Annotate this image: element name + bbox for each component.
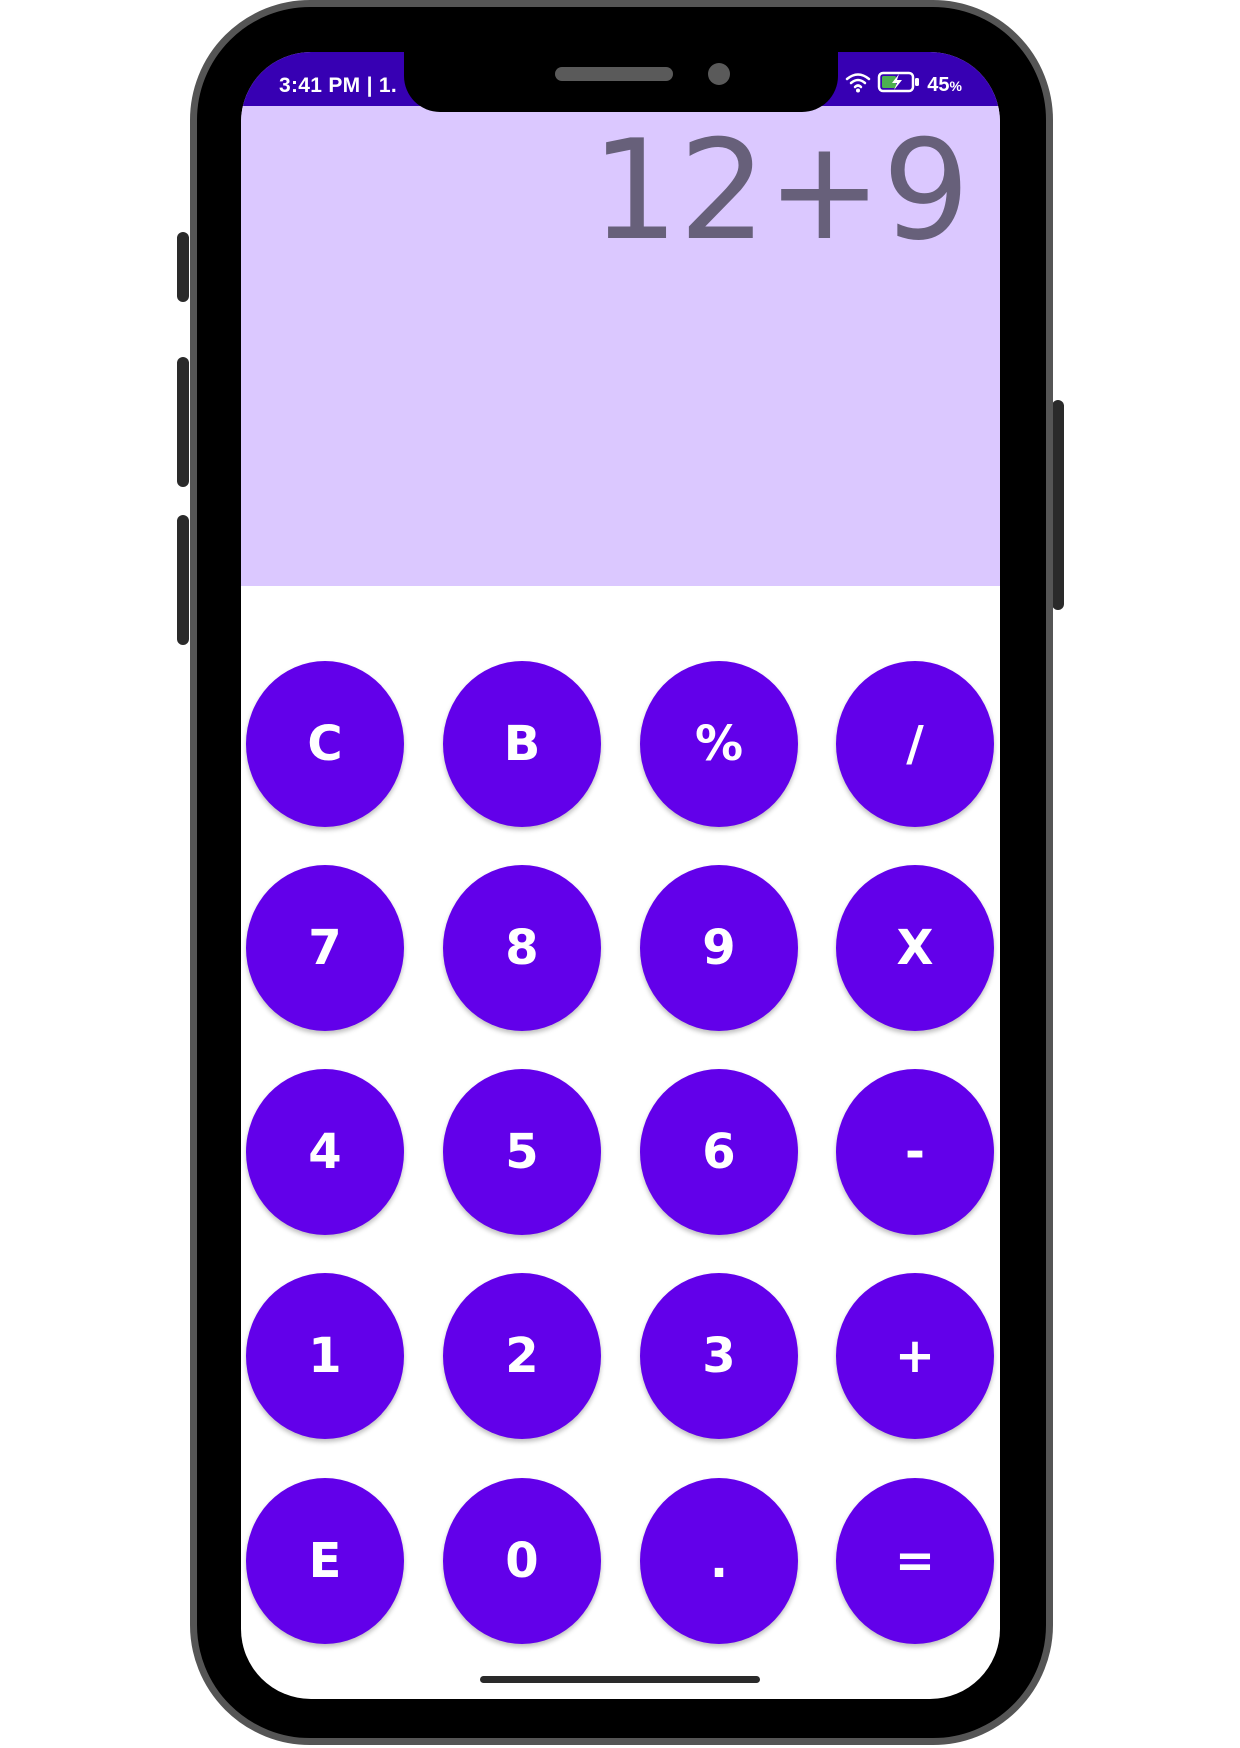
keypad: C B % / 7 8 9 X 4 5 6 - 1 2 3 + E 0 . = <box>241 52 1000 1699</box>
phone-side-button <box>177 232 189 302</box>
key-8[interactable]: 8 <box>443 865 601 1031</box>
key-add[interactable]: + <box>836 1273 994 1439</box>
key-multiply[interactable]: X <box>836 865 994 1031</box>
key-equals[interactable]: = <box>836 1478 994 1644</box>
key-9[interactable]: 9 <box>640 865 798 1031</box>
key-divide[interactable]: / <box>836 661 994 827</box>
key-0[interactable]: 0 <box>443 1478 601 1644</box>
speaker-grille <box>555 67 673 81</box>
key-subtract[interactable]: - <box>836 1069 994 1235</box>
key-6[interactable]: 6 <box>640 1069 798 1235</box>
key-7[interactable]: 7 <box>246 865 404 1031</box>
front-camera <box>708 63 730 85</box>
key-backspace[interactable]: B <box>443 661 601 827</box>
key-4[interactable]: 4 <box>246 1069 404 1235</box>
key-3[interactable]: 3 <box>640 1273 798 1439</box>
phone-volume-down-button <box>177 515 189 645</box>
key-e[interactable]: E <box>246 1478 404 1644</box>
key-decimal[interactable]: . <box>640 1478 798 1644</box>
key-1[interactable]: 1 <box>246 1273 404 1439</box>
phone-power-button <box>1052 400 1064 610</box>
key-2[interactable]: 2 <box>443 1273 601 1439</box>
key-clear[interactable]: C <box>246 661 404 827</box>
home-indicator[interactable] <box>480 1676 760 1683</box>
key-5[interactable]: 5 <box>443 1069 601 1235</box>
key-percent[interactable]: % <box>640 661 798 827</box>
phone-screen: 3:41 PM | 1. 45% 12+9 C B % / 7 8 9 X 4 … <box>241 52 1000 1699</box>
phone-volume-up-button <box>177 357 189 487</box>
